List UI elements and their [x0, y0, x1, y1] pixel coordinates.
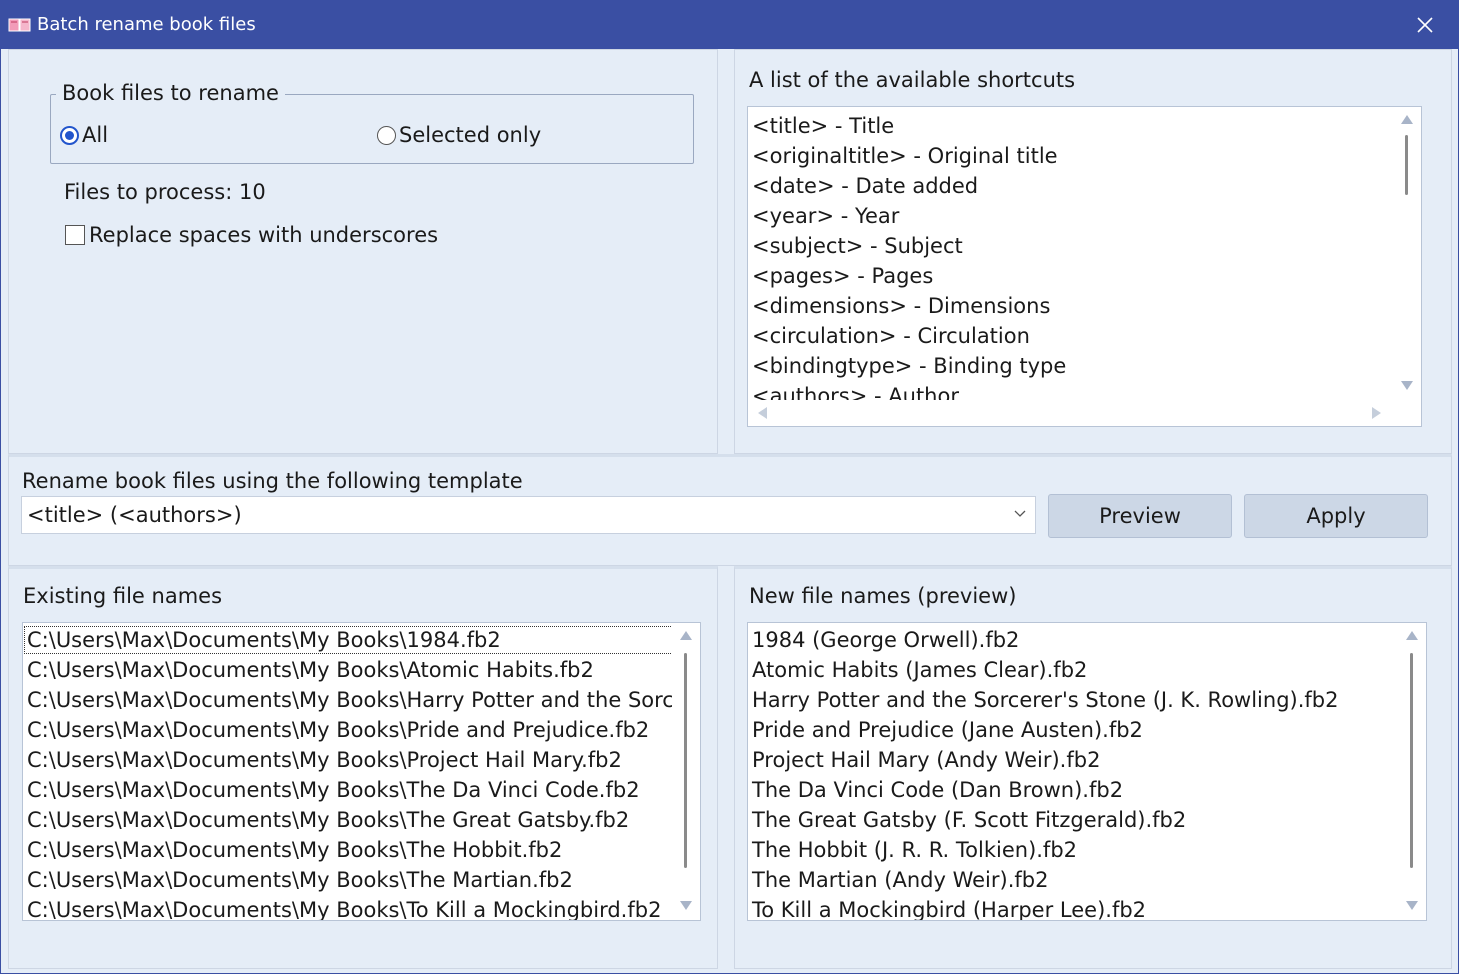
- vertical-scrollbar[interactable]: [1398, 623, 1426, 920]
- radio-all[interactable]: All: [60, 123, 108, 147]
- shortcuts-listbox[interactable]: <title> - Title <originaltitle> - Origin…: [747, 106, 1422, 427]
- list-item[interactable]: C:\Users\Max\Documents\My Books\The Grea…: [23, 805, 674, 835]
- vertical-scrollbar[interactable]: [672, 623, 700, 920]
- scroll-up-icon[interactable]: [1401, 115, 1413, 124]
- chevron-down-icon[interactable]: [1013, 506, 1027, 520]
- list-item[interactable]: C:\Users\Max\Documents\My Books\To Kill …: [23, 895, 674, 921]
- scroll-down-icon[interactable]: [680, 901, 692, 910]
- radio-checked-icon: [60, 126, 79, 145]
- close-icon: [1416, 16, 1434, 34]
- template-combobox[interactable]: <title> (<authors>): [21, 496, 1036, 534]
- list-item[interactable]: The Martian (Andy Weir).fb2: [748, 865, 1426, 895]
- list-item[interactable]: Atomic Habits (James Clear).fb2: [748, 655, 1426, 685]
- radio-selected-only[interactable]: Selected only: [377, 123, 541, 147]
- files-to-process-text: Files to process: 10: [64, 180, 266, 204]
- list-item[interactable]: C:\Users\Max\Documents\My Books\Harry Po…: [23, 685, 674, 715]
- scroll-thumb[interactable]: [1410, 653, 1413, 868]
- vertical-scrollbar[interactable]: [1393, 107, 1421, 426]
- list-item[interactable]: Harry Potter and the Sorcerer's Stone (J…: [748, 685, 1426, 715]
- preview-names-label: New file names (preview): [749, 584, 1016, 608]
- list-item[interactable]: <dimensions> - Dimensions: [748, 291, 1421, 321]
- book-icon: [8, 17, 32, 33]
- scroll-down-icon[interactable]: [1406, 901, 1418, 910]
- radio-selected-label: Selected only: [399, 123, 541, 147]
- list-item[interactable]: C:\Users\Max\Documents\My Books\Project …: [23, 745, 674, 775]
- existing-names-label: Existing file names: [23, 584, 222, 608]
- list-item[interactable]: The Da Vinci Code (Dan Brown).fb2: [748, 775, 1426, 805]
- replace-spaces-label: Replace spaces with underscores: [89, 223, 438, 247]
- shortcuts-label: A list of the available shortcuts: [749, 68, 1075, 92]
- scroll-thumb[interactable]: [684, 653, 687, 868]
- list-item[interactable]: C:\Users\Max\Documents\My Books\The Hobb…: [23, 835, 674, 865]
- list-item[interactable]: 1984 (George Orwell).fb2: [748, 625, 1426, 655]
- apply-button[interactable]: Apply: [1244, 494, 1428, 538]
- list-item[interactable]: C:\Users\Max\Documents\My Books\Atomic H…: [23, 655, 674, 685]
- list-item[interactable]: <originaltitle> - Original title: [748, 141, 1421, 171]
- existing-names-listbox[interactable]: C:\Users\Max\Documents\My Books\1984.fb2…: [22, 622, 701, 921]
- scroll-right-icon[interactable]: [1372, 407, 1381, 419]
- list-item[interactable]: <circulation> - Circulation: [748, 321, 1421, 351]
- list-item[interactable]: <date> - Date added: [748, 171, 1421, 201]
- preview-button[interactable]: Preview: [1048, 494, 1232, 538]
- checkbox-icon: [65, 225, 85, 245]
- scroll-up-icon[interactable]: [1406, 631, 1418, 640]
- list-item[interactable]: Project Hail Mary (Andy Weir).fb2: [748, 745, 1426, 775]
- list-item[interactable]: The Great Gatsby (F. Scott Fitzgerald).f…: [748, 805, 1426, 835]
- template-label: Rename book files using the following te…: [22, 469, 523, 493]
- list-item[interactable]: <title> - Title: [748, 111, 1421, 141]
- list-item[interactable]: C:\Users\Max\Documents\My Books\1984.fb2: [23, 625, 674, 655]
- window-title: Batch rename book files: [37, 14, 256, 35]
- title-bar: Batch rename book files: [1, 1, 1459, 49]
- list-item[interactable]: To Kill a Mockingbird (Harper Lee).fb2: [748, 895, 1426, 921]
- list-item[interactable]: <bindingtype> - Binding type: [748, 351, 1421, 381]
- template-value: <title> (<authors>): [27, 503, 242, 527]
- list-item[interactable]: C:\Users\Max\Documents\My Books\The Da V…: [23, 775, 674, 805]
- groupbox-title: Book files to rename: [56, 81, 285, 105]
- list-item[interactable]: Pride and Prejudice (Jane Austen).fb2: [748, 715, 1426, 745]
- replace-spaces-checkbox[interactable]: Replace spaces with underscores: [65, 223, 438, 247]
- close-button[interactable]: [1390, 1, 1459, 49]
- preview-names-listbox[interactable]: 1984 (George Orwell).fb2 Atomic Habits (…: [747, 622, 1427, 921]
- existing-names-list: C:\Users\Max\Documents\My Books\1984.fb2…: [23, 623, 674, 921]
- scroll-down-icon[interactable]: [1401, 381, 1413, 390]
- scroll-thumb[interactable]: [1405, 135, 1408, 195]
- radio-all-label: All: [82, 123, 108, 147]
- horizontal-scrollbar[interactable]: [748, 400, 1393, 426]
- list-item[interactable]: <subject> - Subject: [748, 231, 1421, 261]
- scroll-left-icon[interactable]: [758, 407, 767, 419]
- radio-unchecked-icon: [377, 126, 396, 145]
- list-item[interactable]: C:\Users\Max\Documents\My Books\Pride an…: [23, 715, 674, 745]
- list-item[interactable]: C:\Users\Max\Documents\My Books\The Mart…: [23, 865, 674, 895]
- list-item[interactable]: The Hobbit (J. R. R. Tolkien).fb2: [748, 835, 1426, 865]
- batch-rename-dialog: Batch rename book files Book files to re…: [0, 0, 1459, 974]
- shortcuts-list: <title> - Title <originaltitle> - Origin…: [748, 107, 1421, 411]
- preview-names-list: 1984 (George Orwell).fb2 Atomic Habits (…: [748, 623, 1426, 921]
- list-item[interactable]: <pages> - Pages: [748, 261, 1421, 291]
- list-item[interactable]: <year> - Year: [748, 201, 1421, 231]
- scroll-up-icon[interactable]: [680, 631, 692, 640]
